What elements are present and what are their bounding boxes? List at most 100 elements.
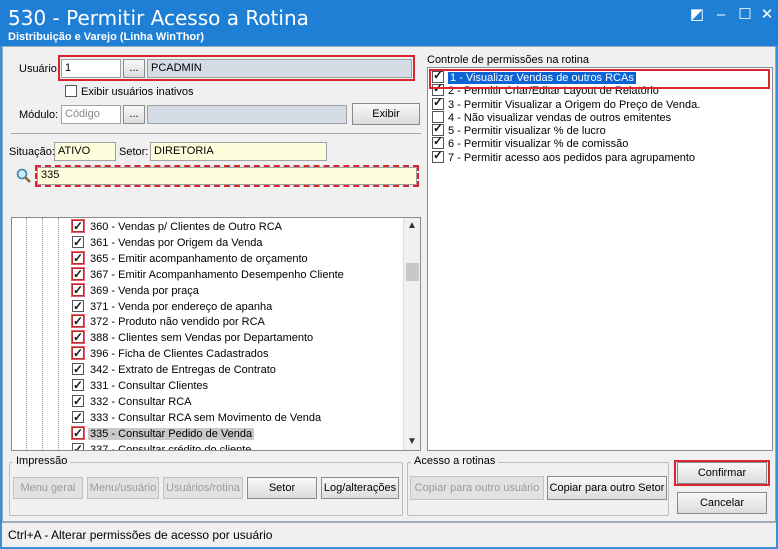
window-title: 530 - Permitir Acesso a Rotina: [8, 6, 309, 30]
module-name-field: [147, 105, 347, 124]
routine-item[interactable]: 369 - Venda por praça: [72, 282, 201, 299]
routine-checkbox[interactable]: [72, 250, 84, 266]
print-users-routine-label: Usuários/rotina: [166, 482, 240, 494]
routine-checkbox[interactable]: [72, 361, 84, 377]
routine-label: 367 - Emitir Acompanhamento Desempenho C…: [90, 268, 344, 281]
permission-item[interactable]: 5 - Permitir visualizar % de lucro: [428, 122, 772, 138]
routine-checkbox[interactable]: [72, 266, 84, 282]
print-sector-button[interactable]: Setor: [247, 477, 317, 499]
module-lookup-button[interactable]: ...: [123, 105, 145, 124]
copy-to-sector-label: Copiar para outro Setor: [549, 482, 665, 494]
confirm-button[interactable]: Confirmar: [677, 462, 767, 484]
print-log-button[interactable]: Log/alterações: [321, 477, 399, 499]
routine-label: 388 - Clientes sem Vendas por Departamen…: [90, 332, 314, 345]
routine-checkbox[interactable]: [72, 425, 84, 441]
close-icon[interactable]: ✕: [756, 6, 778, 24]
routine-label: 365 - Emitir acompanhamento de orçamento: [90, 252, 308, 265]
routine-checkbox[interactable]: [72, 313, 84, 329]
permission-item[interactable]: 6 - Permitir visualizar % de comissão: [428, 135, 772, 151]
show-module-button[interactable]: Exibir: [352, 103, 420, 125]
routine-item[interactable]: 342 - Extrato de Entregas de Contrato: [72, 361, 278, 378]
routine-item[interactable]: 333 - Consultar RCA sem Movimento de Ven…: [72, 409, 323, 426]
tree-guide: [42, 218, 43, 450]
copy-to-sector-button[interactable]: Copiar para outro Setor: [547, 476, 667, 500]
minimize-icon[interactable]: –: [710, 6, 732, 24]
print-group-title: Impressão: [13, 455, 71, 467]
routine-item[interactable]: 396 - Ficha de Clientes Cadastrados: [72, 345, 271, 362]
tree-scrollbar[interactable]: ▲ ▼: [403, 218, 420, 450]
routine-item[interactable]: 361 - Vendas por Origem da Venda: [72, 234, 264, 251]
routine-checkbox[interactable]: [72, 345, 84, 361]
copy-to-user-label: Copiar para outro usuário: [414, 482, 540, 494]
permission-label: 6 - Permitir visualizar % de comissão: [448, 138, 629, 151]
routine-item[interactable]: 331 - Consultar Clientes: [72, 377, 210, 394]
show-inactive-checkbox[interactable]: Exibir usuários inativos: [65, 85, 194, 98]
copy-to-user-button[interactable]: Copiar para outro usuário: [410, 476, 544, 500]
tree-guide: [58, 218, 59, 450]
status-text: Ctrl+A - Alterar permissões de acesso po…: [8, 528, 273, 542]
routine-item[interactable]: 372 - Produto não vendido por RCA: [72, 313, 267, 330]
permission-checkbox[interactable]: [432, 96, 444, 110]
routine-item[interactable]: 337 - Consultar crédito do cliente: [72, 441, 253, 450]
routine-label: 369 - Venda por praça: [90, 284, 199, 297]
scroll-up-icon[interactable]: ▲: [404, 218, 420, 234]
permissions-list[interactable]: 1 - Visualizar Vendas de outros RCAs2 - …: [427, 67, 773, 451]
routine-item[interactable]: 332 - Consultar RCA: [72, 393, 194, 410]
routine-item[interactable]: 367 - Emitir Acompanhamento Desempenho C…: [72, 266, 346, 283]
situation-field: ATIVO: [54, 142, 116, 161]
maximize-icon[interactable]: ☐: [734, 6, 756, 24]
routine-label: 333 - Consultar RCA sem Movimento de Ven…: [90, 411, 322, 424]
cancel-button[interactable]: Cancelar: [677, 492, 767, 514]
routine-checkbox[interactable]: [72, 282, 84, 298]
permission-item[interactable]: 3 - Permitir Visualizar a Origem do Preç…: [428, 96, 772, 111]
routine-item[interactable]: 371 - Venda por endereço de apanha: [72, 298, 274, 315]
show-inactive-box[interactable]: [65, 85, 77, 97]
routine-checkbox[interactable]: [72, 393, 84, 409]
search-highlight-box: [35, 165, 419, 187]
permission-checkbox[interactable]: [432, 149, 444, 163]
scroll-thumb[interactable]: [406, 263, 419, 281]
permission-label: 4 - Não visualizar vendas de outros emit…: [448, 111, 672, 124]
routine-item[interactable]: 335 - Consultar Pedido de Venda: [72, 425, 255, 442]
tree-guide: [26, 218, 27, 450]
routine-checkbox[interactable]: [72, 377, 84, 393]
separator-1: [11, 133, 421, 134]
scroll-down-icon[interactable]: ▼: [404, 434, 420, 450]
window-subtitle: Distribuição e Varejo (Linha WinThor): [8, 31, 205, 43]
routine-item[interactable]: 365 - Emitir acompanhamento de orçamento: [72, 250, 310, 267]
permission-item[interactable]: 4 - Não visualizar vendas de outros emit…: [428, 110, 772, 124]
routine-item[interactable]: 388 - Clientes sem Vendas por Departamen…: [72, 329, 315, 346]
user-highlight-box: [58, 55, 415, 81]
routine-checkbox[interactable]: [72, 329, 84, 345]
routine-tree[interactable]: 360 - Vendas p/ Clientes de Outro RCA 361…: [11, 217, 421, 451]
routine-item[interactable]: 360 - Vendas p/ Clientes de Outro RCA: [72, 218, 284, 235]
routine-label: 372 - Produto não vendido por RCA: [90, 316, 265, 329]
permission-label: 7 - Permitir acesso aos pedidos para agr…: [448, 151, 696, 164]
main-panel: Usuário: 1 ... PCADMIN Exibir usuários i…: [2, 46, 776, 522]
sector-field: DIRETORIA: [150, 142, 327, 161]
routine-label: 332 - Consultar RCA: [90, 395, 192, 408]
routine-checkbox[interactable]: [72, 218, 84, 234]
print-sector-label: Setor: [268, 482, 296, 494]
restore-layout-icon[interactable]: ◩: [686, 6, 708, 24]
permission-label: 3 - Permitir Visualizar a Origem do Preç…: [448, 98, 701, 111]
show-inactive-label: Exibir usuários inativos: [81, 86, 194, 98]
routine-checkbox[interactable]: [72, 234, 84, 250]
print-general-menu-button[interactable]: Menu geral: [13, 477, 83, 499]
user-label: Usuário:: [19, 63, 60, 75]
search-icon: [15, 167, 33, 185]
situation-label: Situação:: [9, 146, 55, 158]
print-log-label: Log/alterações: [323, 482, 397, 494]
print-menu-user-button[interactable]: Menu/usuário: [87, 477, 159, 499]
routine-checkbox[interactable]: [72, 441, 84, 450]
routine-label: 331 - Consultar Clientes: [90, 380, 209, 392]
module-code-input[interactable]: Código: [61, 105, 121, 124]
permission-item[interactable]: 7 - Permitir acesso aos pedidos para agr…: [428, 149, 772, 164]
routine-label: 371 - Venda por endereço de apanha: [90, 300, 273, 313]
routine-label: 396 - Ficha de Clientes Cadastrados: [90, 348, 269, 361]
permission-label: 5 - Permitir visualizar % de lucro: [448, 125, 606, 138]
routine-label: 335 - Consultar Pedido de Venda: [88, 427, 255, 440]
print-users-routine-button[interactable]: Usuários/rotina: [163, 477, 243, 499]
routine-checkbox[interactable]: [72, 409, 84, 425]
routine-checkbox[interactable]: [72, 298, 84, 314]
